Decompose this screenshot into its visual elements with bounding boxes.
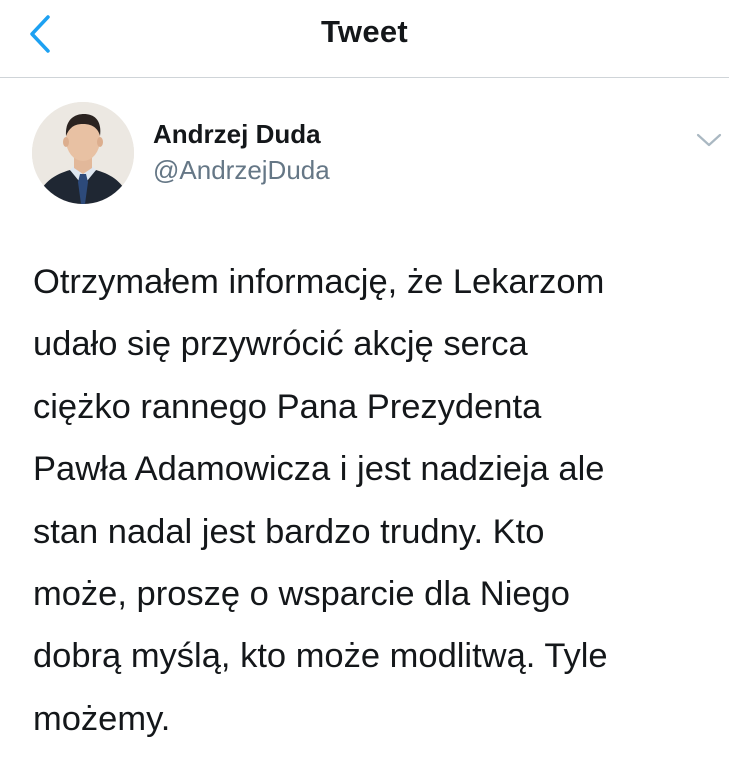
- tweet-options-button[interactable]: [692, 123, 726, 157]
- avatar[interactable]: [32, 102, 134, 204]
- author-name[interactable]: Andrzej Duda: [153, 119, 321, 150]
- tweet-text-line: Pawła Adamowicza i jest nadzieja ale: [33, 450, 605, 489]
- tweet-text: Otrzymałem informację, że Lekarzom udało…: [33, 251, 713, 750]
- navigation-bar: Tweet: [0, 0, 729, 78]
- chevron-down-icon: [696, 133, 722, 147]
- tweet-text-line: ciężko rannego Pana Prezydenta: [33, 387, 542, 426]
- tweet-text-line: stan nadal jest bardzo trudny. Kto: [33, 512, 545, 551]
- tweet-text-line: udało się przywrócić akcję serca: [33, 325, 528, 364]
- author-handle[interactable]: @AndrzejDuda: [153, 155, 330, 186]
- profile-photo: [32, 102, 134, 204]
- tweet-text-line: dobrą myślą, kto może modlitwą. Tyle: [33, 637, 608, 676]
- page-title: Tweet: [320, 14, 409, 49]
- tweet-text-line: możemy.: [33, 699, 171, 738]
- tweet-text-line: może, proszę o wsparcie dla Niego: [33, 575, 570, 614]
- tweet-detail: Andrzej Duda @AndrzejDuda Otrzymałem inf…: [0, 79, 729, 780]
- tweet-text-line: Otrzymałem informację, że Lekarzom: [33, 263, 605, 301]
